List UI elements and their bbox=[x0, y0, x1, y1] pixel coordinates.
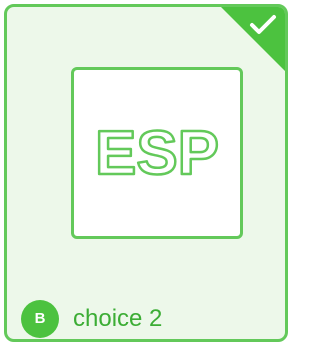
esp-image-text: ESP bbox=[95, 119, 219, 188]
choice-letter-badge: B bbox=[21, 300, 59, 338]
choice-image: ESP bbox=[71, 67, 243, 239]
choice-image-graphic: ESP bbox=[94, 118, 221, 190]
choice-label: choice 2 bbox=[73, 305, 163, 332]
answer-choice-card[interactable]: ESP B choice 2 bbox=[4, 4, 288, 342]
check-icon bbox=[250, 15, 276, 34]
